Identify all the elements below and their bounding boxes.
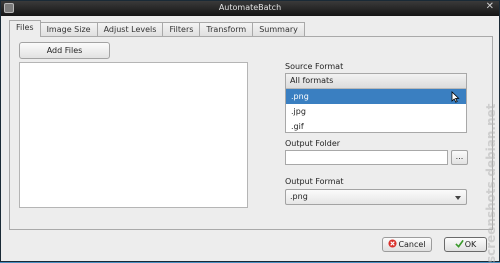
source-format-list[interactable]: All formats .png .jpg .gif (285, 73, 467, 133)
cancel-icon (388, 239, 397, 248)
tab-filters[interactable]: Filters (162, 22, 201, 37)
output-format-label: Output Format (285, 177, 344, 186)
add-files-button[interactable]: Add Files (19, 42, 110, 59)
tab-adjust-levels[interactable]: Adjust Levels (96, 22, 164, 37)
output-folder-label: Output Folder (285, 139, 341, 148)
browse-folder-button[interactable]: ... (451, 150, 468, 165)
output-format-value: .png (290, 192, 308, 201)
source-format-label: Source Format (285, 62, 344, 71)
output-format-select[interactable]: .png (285, 189, 467, 205)
checkmark-icon (455, 239, 464, 248)
file-list[interactable] (19, 62, 248, 208)
ok-button[interactable]: OK (444, 237, 487, 252)
tab-summary[interactable]: Summary (252, 22, 305, 37)
output-folder-input[interactable] (285, 150, 448, 165)
watermark-text: screenshots.debian.net (484, 103, 498, 263)
tab-transform[interactable]: Transform (199, 22, 254, 37)
source-format-option-png[interactable]: .png (286, 89, 466, 104)
tab-files[interactable]: Files (9, 20, 41, 37)
ok-label: OK (464, 240, 477, 249)
cancel-button[interactable]: Cancel (382, 237, 432, 252)
cancel-label: Cancel (398, 240, 426, 249)
chevron-down-icon (455, 196, 461, 200)
tab-image-size[interactable]: Image Size (39, 22, 98, 37)
source-format-option-jpg[interactable]: .jpg (286, 104, 466, 119)
mouse-cursor-icon (451, 91, 460, 103)
close-icon[interactable]: ✕ (486, 1, 494, 12)
title-bar: AutomateBatch ✕ (1, 1, 499, 16)
window-title: AutomateBatch (218, 3, 282, 12)
source-format-option-gif[interactable]: .gif (286, 119, 466, 134)
tab-bar: Files Image Size Adjust Levels Filters T… (9, 20, 305, 37)
source-format-header[interactable]: All formats (286, 74, 466, 89)
files-tab-panel: Add Files Source Format All formats .png… (9, 36, 493, 230)
option-label: .png (291, 92, 309, 101)
automate-batch-window: AutomateBatch ✕ Files Image Size Adjust … (0, 0, 500, 263)
